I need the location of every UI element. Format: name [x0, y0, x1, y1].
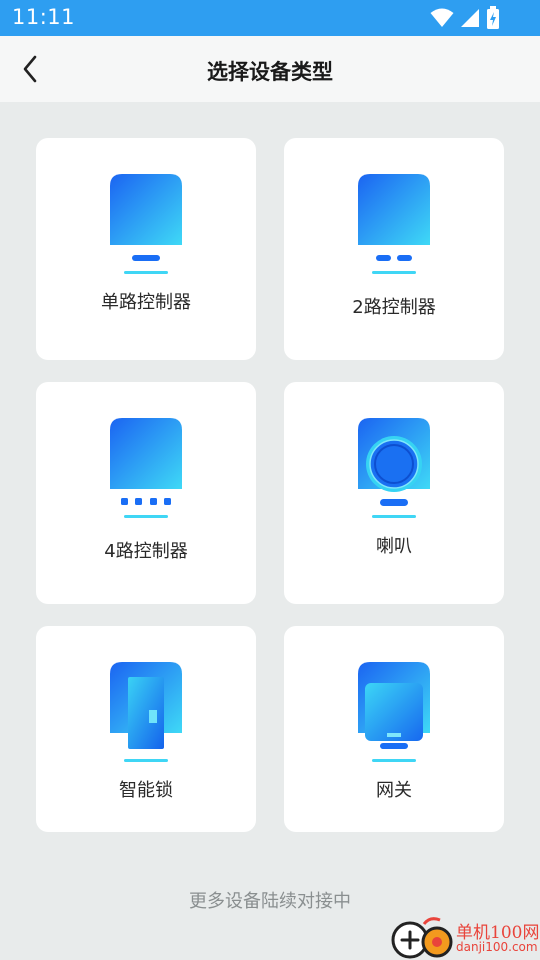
- status-icons: [430, 6, 500, 30]
- watermark-logo-icon: [391, 917, 453, 959]
- device-card-4ch-controller[interactable]: 4路控制器: [36, 382, 256, 604]
- controller-4ch-icon: [110, 418, 182, 520]
- app-bar: 选择设备类型: [0, 36, 540, 102]
- controller-2ch-icon: [358, 174, 430, 276]
- smart-lock-icon: [110, 662, 182, 764]
- watermark: 单机100网 danji100.com: [390, 914, 540, 960]
- device-card-gateway[interactable]: 网关: [284, 626, 504, 832]
- device-card-smart-lock[interactable]: 智能锁: [36, 626, 256, 832]
- device-label: 4路控制器: [104, 541, 188, 562]
- battery-icon: [487, 6, 499, 29]
- status-time: 11:11: [12, 5, 76, 29]
- device-label: 网关: [376, 780, 412, 801]
- device-label: 2路控制器: [352, 297, 436, 318]
- device-card-single-controller[interactable]: 单路控制器: [36, 138, 256, 360]
- cell-signal-icon: [461, 9, 479, 27]
- device-label: 智能锁: [119, 780, 173, 801]
- wifi-icon: [430, 8, 454, 27]
- gateway-icon: [358, 662, 430, 764]
- footer-more-devices-note: 更多设备陆续对接中: [189, 891, 351, 912]
- speaker-icon: [358, 418, 430, 520]
- status-bar: 11:11: [0, 0, 540, 36]
- device-label: 单路控制器: [101, 292, 191, 313]
- watermark-url: danji100.com: [456, 940, 538, 954]
- device-card-2ch-controller[interactable]: 2路控制器: [284, 138, 504, 360]
- page-title: 选择设备类型: [207, 60, 333, 84]
- controller-1ch-icon: [110, 174, 182, 276]
- device-card-speaker[interactable]: 喇叭: [284, 382, 504, 604]
- device-label: 喇叭: [376, 536, 412, 557]
